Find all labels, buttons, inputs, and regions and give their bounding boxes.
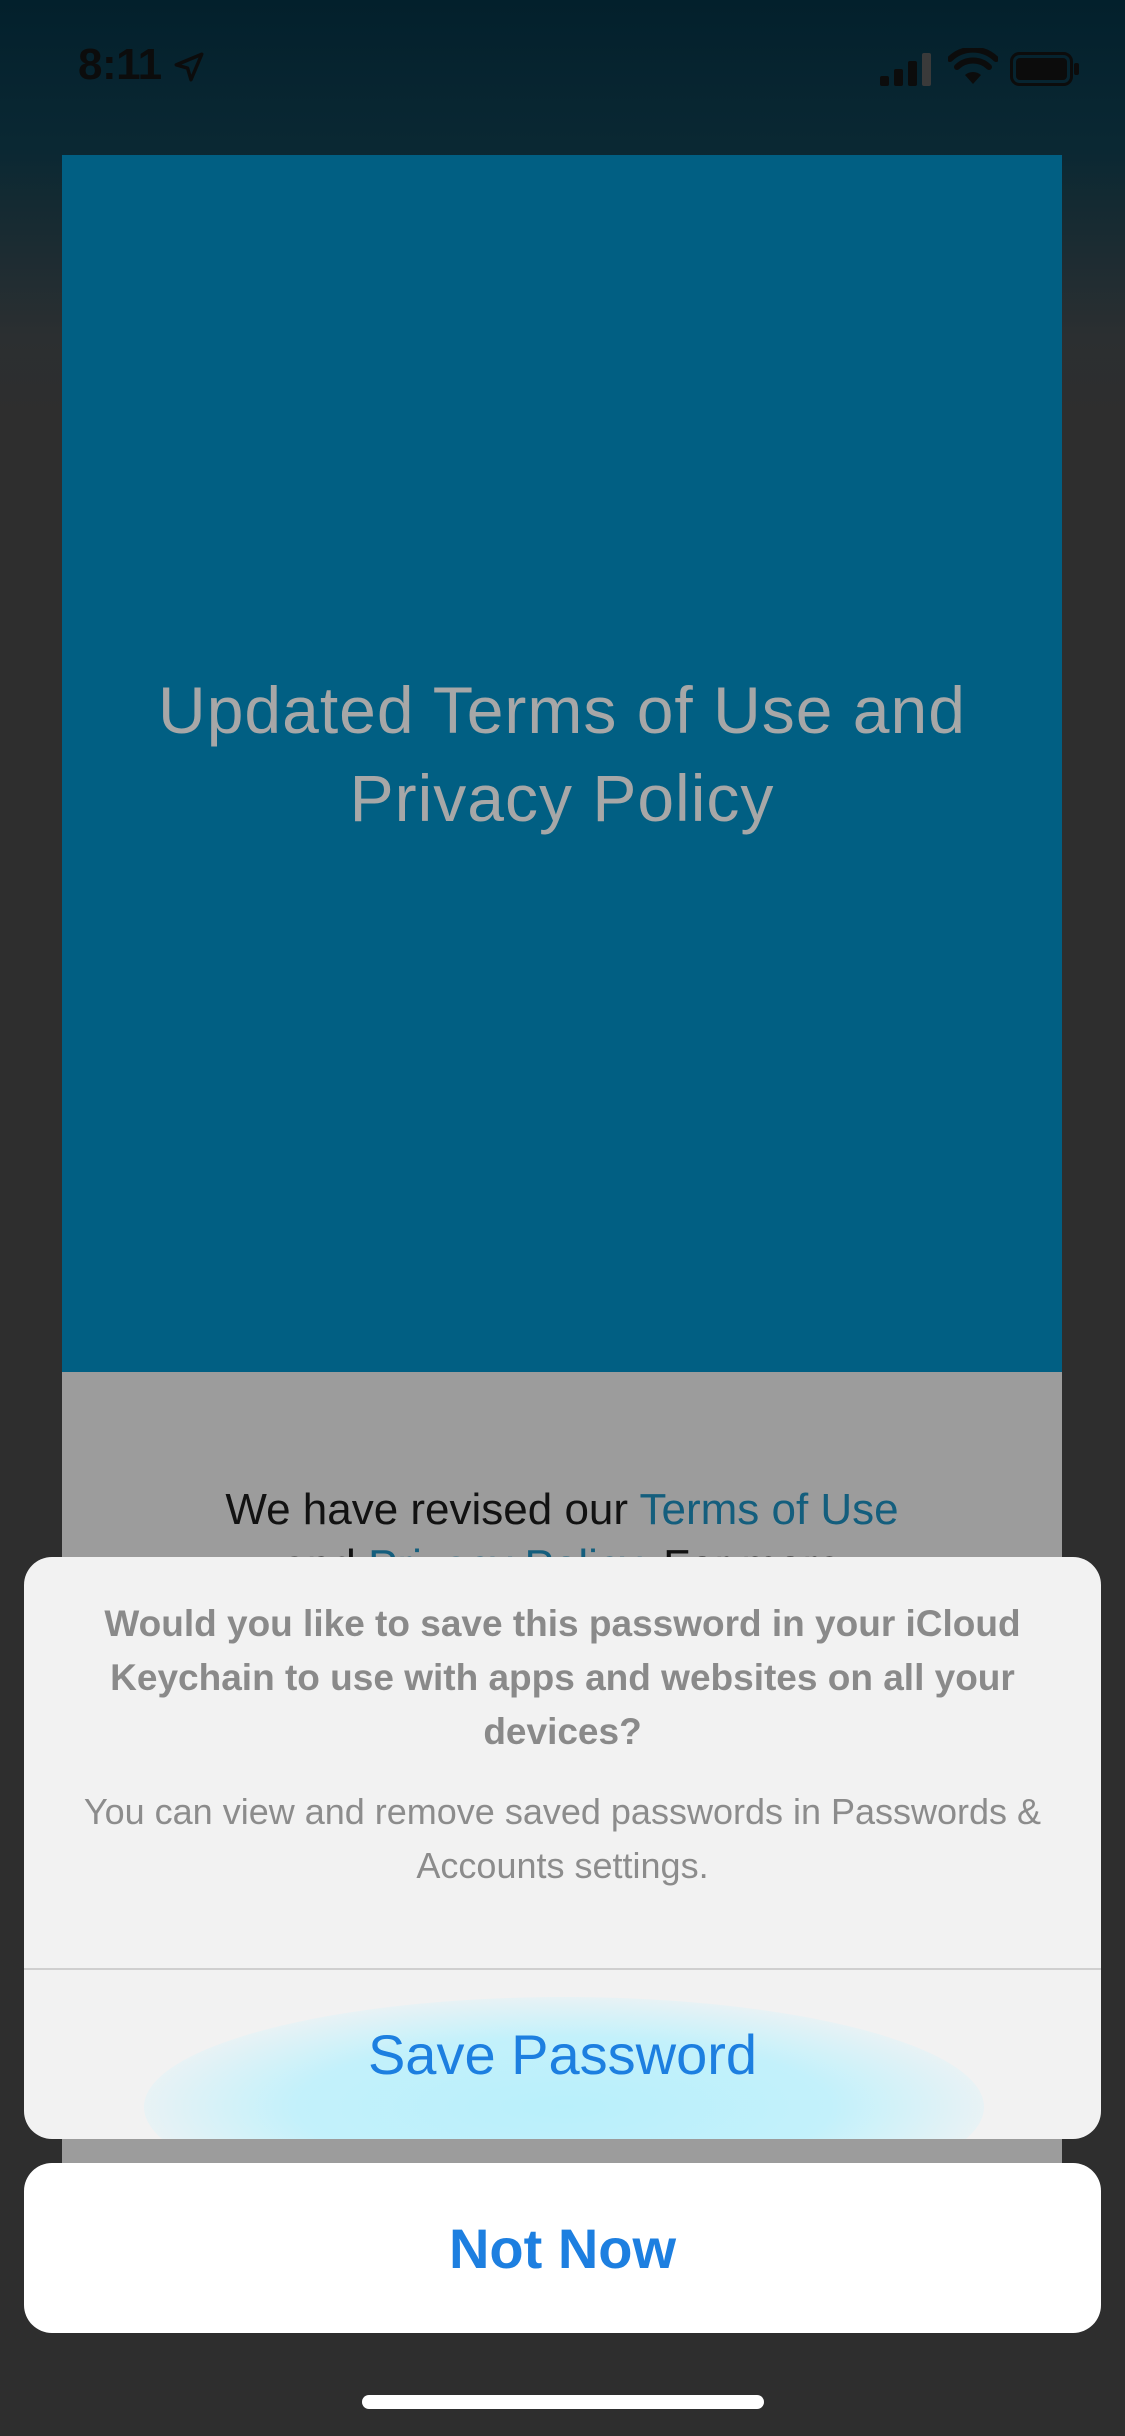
cellular-signal-icon [880, 53, 931, 86]
hero-title: Updated Terms of Use and Privacy Policy [158, 672, 966, 835]
battery-icon [1010, 52, 1079, 86]
home-indicator[interactable] [362, 2395, 764, 2409]
not-now-button[interactable]: Not Now [24, 2163, 1101, 2333]
save-password-button[interactable]: Save Password [24, 1970, 1101, 2139]
alert-subtitle: You can view and remove saved passwords … [83, 1791, 1042, 1886]
location-arrow-icon [174, 52, 204, 82]
status-bar: 8:11 [0, 0, 1125, 140]
alert-title: Would you like to save this password in … [104, 1603, 1021, 1752]
terms-of-use-link[interactable]: Terms of Use [639, 1485, 898, 1534]
hero-banner: Updated Terms of Use and Privacy Policy [62, 155, 1062, 1372]
wifi-icon [948, 48, 998, 84]
status-time: 8:11 [78, 40, 162, 89]
save-password-alert: Would you like to save this password in … [24, 1557, 1101, 2139]
terms-text-prefix: We have revised our [225, 1485, 640, 1534]
alert-message: Would you like to save this password in … [80, 1597, 1045, 1893]
